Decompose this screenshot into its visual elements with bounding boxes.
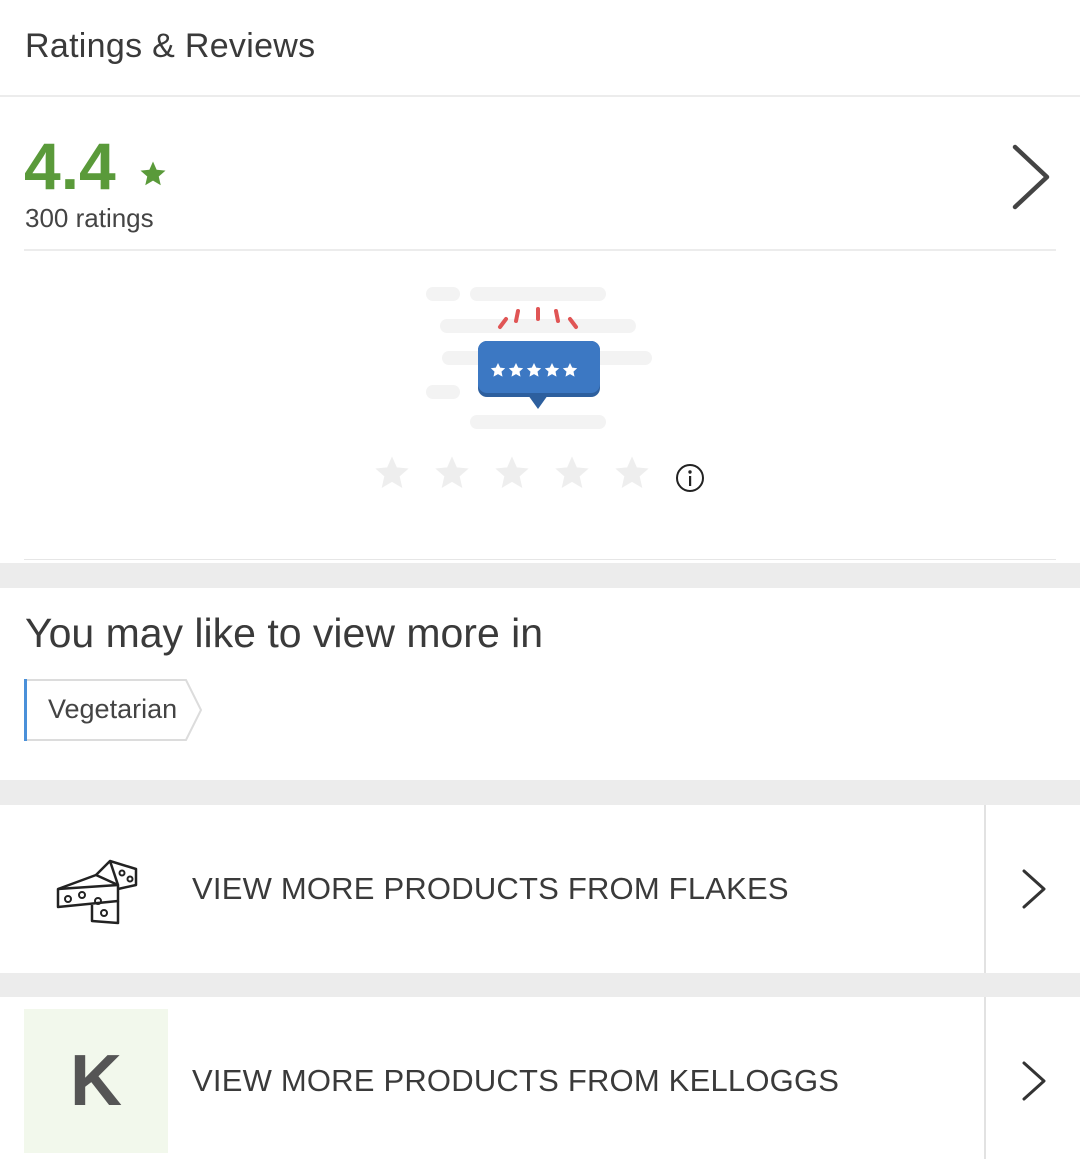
rating-value: 4.4 [24, 129, 116, 203]
ratings-count: 300 ratings [25, 203, 154, 233]
user-rating-stars [372, 453, 712, 497]
tag-label: Vegetarian [48, 694, 178, 724]
divider [24, 249, 1056, 251]
section-gap [0, 973, 1080, 997]
chevron-right-icon [1022, 869, 1046, 909]
star-rating-3-icon[interactable] [492, 453, 532, 493]
section-title: You may like to view more in [25, 610, 544, 656]
divider [984, 805, 986, 973]
star-rating-4-icon[interactable] [552, 453, 592, 493]
view-more-flakes-row[interactable]: VIEW MORE PRODUCTS FROM FLAKES [0, 805, 1080, 973]
brand-link-label: VIEW MORE PRODUCTS FROM FLAKES [192, 871, 789, 906]
page-title: Ratings & Reviews [25, 27, 316, 65]
star-rating-1-icon[interactable] [372, 453, 412, 493]
view-more-section: You may like to view more in Vegetarian [0, 588, 1080, 780]
rating-summary: 4.4 300 ratings [0, 97, 1080, 563]
section-header: Ratings & Reviews [0, 0, 1080, 97]
cheese-icon [56, 859, 138, 925]
star-rating-2-icon[interactable] [432, 453, 472, 493]
chevron-right-icon [1022, 1061, 1046, 1101]
chevron-right-icon[interactable] [1005, 141, 1055, 213]
star-rating-5-icon[interactable] [612, 453, 652, 493]
review-illustration-icon [426, 287, 652, 429]
view-more-kelloggs-row[interactable]: K VIEW MORE PRODUCTS FROM KELLOGGS [0, 997, 1080, 1159]
category-tag-vegetarian[interactable]: Vegetarian [24, 678, 204, 742]
divider [24, 559, 1056, 560]
info-icon[interactable] [674, 462, 706, 494]
brand-logo-k: K [24, 1009, 168, 1153]
star-icon [140, 161, 166, 186]
divider [984, 997, 986, 1159]
section-gap [0, 780, 1080, 805]
section-gap [0, 563, 1080, 588]
brand-link-label: VIEW MORE PRODUCTS FROM KELLOGGS [192, 1063, 840, 1098]
